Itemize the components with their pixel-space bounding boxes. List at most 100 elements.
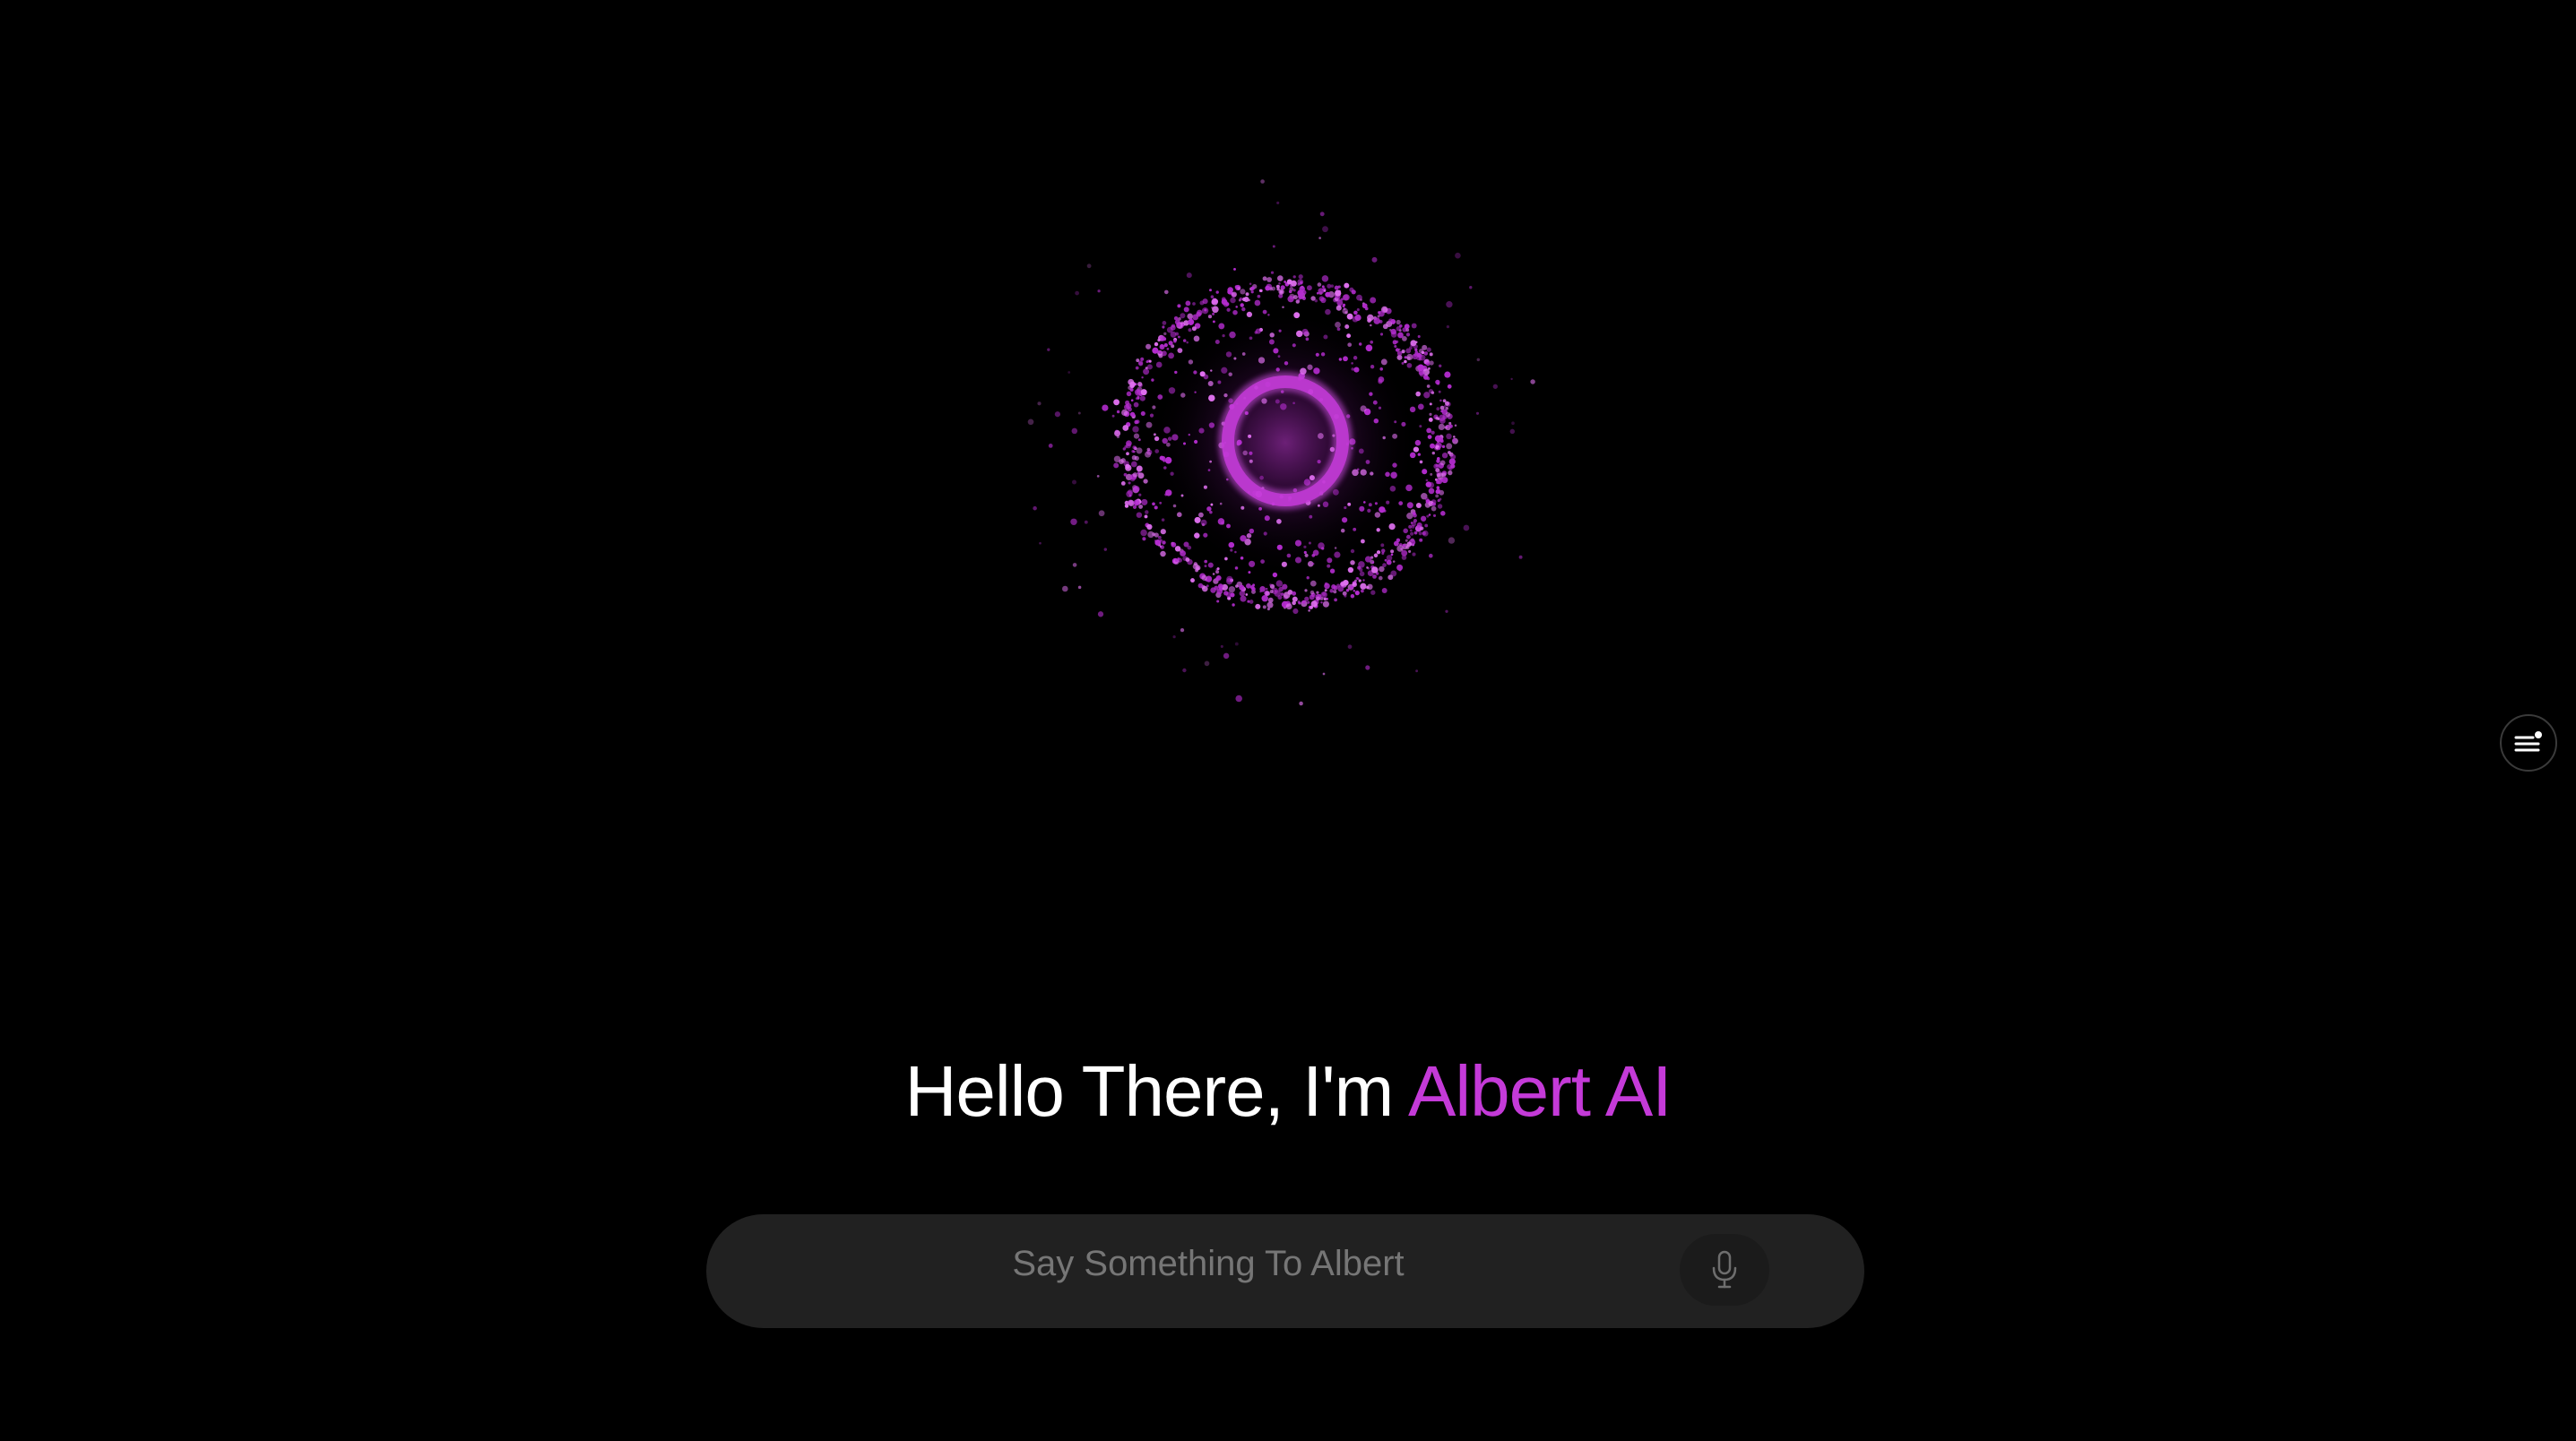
orb-particle <box>1371 566 1379 574</box>
orb-particle <box>1260 179 1265 184</box>
orb-particle <box>1298 274 1303 280</box>
orb-particle <box>1436 459 1440 463</box>
orb-particle <box>1146 364 1153 370</box>
orb-particle <box>1225 591 1232 598</box>
orb-particle <box>1239 297 1243 301</box>
orb-particle <box>1310 600 1318 608</box>
orb-particle <box>1210 369 1213 372</box>
orb-particle <box>1124 504 1129 508</box>
orb-particle <box>1247 600 1250 603</box>
orb-particle <box>1448 451 1451 454</box>
orb-particle <box>1447 463 1453 470</box>
orb-particle <box>1114 429 1121 437</box>
orb-particle <box>1047 348 1050 351</box>
orb-particle <box>1248 434 1252 438</box>
orb-particle <box>1469 286 1473 289</box>
orb-particle <box>1212 320 1215 324</box>
orb-particle <box>1319 211 1325 217</box>
orb-particle <box>1404 324 1410 330</box>
orb-particle <box>1180 393 1186 398</box>
orb-particle <box>1219 502 1223 505</box>
orb-particle <box>1250 286 1255 290</box>
orb-particle <box>1086 263 1092 269</box>
orb-particle <box>1340 528 1345 533</box>
orb-particle <box>1143 479 1148 484</box>
orb-particle <box>1201 307 1209 315</box>
orb-particle <box>1424 523 1429 528</box>
orb-particle <box>1417 353 1422 358</box>
orb-particle <box>1294 557 1302 564</box>
orb-particle <box>1323 334 1328 340</box>
orb-particle <box>1259 586 1266 592</box>
orb-particle <box>1347 566 1354 574</box>
orb-particle <box>1463 524 1470 531</box>
orb-particle <box>1133 485 1140 493</box>
orb-particle <box>1290 280 1297 287</box>
orb-particle <box>1249 560 1256 567</box>
orb-particle <box>1405 332 1411 337</box>
microphone-button[interactable] <box>1680 1234 1769 1306</box>
orb-particle <box>1172 634 1176 639</box>
orb-particle <box>1155 361 1163 368</box>
orb-particle <box>1417 403 1424 410</box>
orb-particle <box>1278 282 1281 285</box>
orb-particle <box>1410 531 1414 536</box>
orb-particle <box>1294 539 1302 547</box>
orb-particle <box>1229 331 1236 339</box>
orb-particle <box>1288 289 1292 294</box>
orb-particle <box>1228 372 1232 376</box>
orb-particle <box>1257 294 1261 298</box>
orb-particle <box>1149 413 1154 418</box>
message-input[interactable] <box>760 1207 1656 1321</box>
orb-particle <box>1423 351 1429 356</box>
orb-particle <box>1366 566 1369 569</box>
orb-particle <box>1318 542 1325 549</box>
orb-particle <box>1152 405 1156 410</box>
orb-particle <box>1398 568 1402 572</box>
orb-particle <box>1380 548 1386 553</box>
orb-particle <box>1210 503 1214 506</box>
orb-particle <box>1334 598 1337 602</box>
orb-particle <box>1131 450 1135 453</box>
orb-particle <box>1239 590 1246 597</box>
orb-particle <box>1145 510 1149 514</box>
orb-particle <box>1209 510 1213 514</box>
orb-particle <box>1129 387 1134 392</box>
orb-particle <box>1180 321 1184 324</box>
orb-particle <box>1321 285 1325 289</box>
orb-particle <box>1098 510 1105 517</box>
orb-particle <box>1438 423 1445 430</box>
orb-particle <box>1370 340 1374 344</box>
orb-particle <box>1240 289 1246 295</box>
orb-particle <box>1269 332 1275 338</box>
orb-particle <box>1441 444 1446 449</box>
menu-button[interactable] <box>2500 714 2557 772</box>
orb-particle <box>1264 515 1270 522</box>
orb-particle <box>1203 532 1208 538</box>
orb-particle <box>1406 362 1413 368</box>
orb-particle <box>1335 322 1341 328</box>
orb-particle <box>1157 394 1163 400</box>
orb-particle <box>1422 469 1428 475</box>
orb-particle <box>1154 449 1160 453</box>
orb-particle <box>1389 486 1396 492</box>
orb-particle <box>1401 361 1405 365</box>
orb-particle <box>1325 308 1331 315</box>
orb-particle <box>1360 469 1367 476</box>
orb-particle <box>1292 608 1299 615</box>
orb-particle <box>1304 589 1308 592</box>
orb-particle <box>1272 245 1275 248</box>
orb-particle <box>1137 360 1144 366</box>
orb-particle <box>1122 447 1126 451</box>
orb-particle <box>1413 519 1417 523</box>
orb-particle <box>1394 420 1397 424</box>
orb-particle <box>1306 285 1312 291</box>
orb-particle <box>1186 341 1189 344</box>
orb-particle <box>1426 362 1431 367</box>
orb-particle <box>1327 557 1333 564</box>
orb-particle <box>1254 299 1261 306</box>
orb-particle <box>1359 571 1365 577</box>
orb-particle <box>1194 391 1197 393</box>
orb-particle <box>1152 347 1159 354</box>
orb-particle <box>1182 339 1187 342</box>
